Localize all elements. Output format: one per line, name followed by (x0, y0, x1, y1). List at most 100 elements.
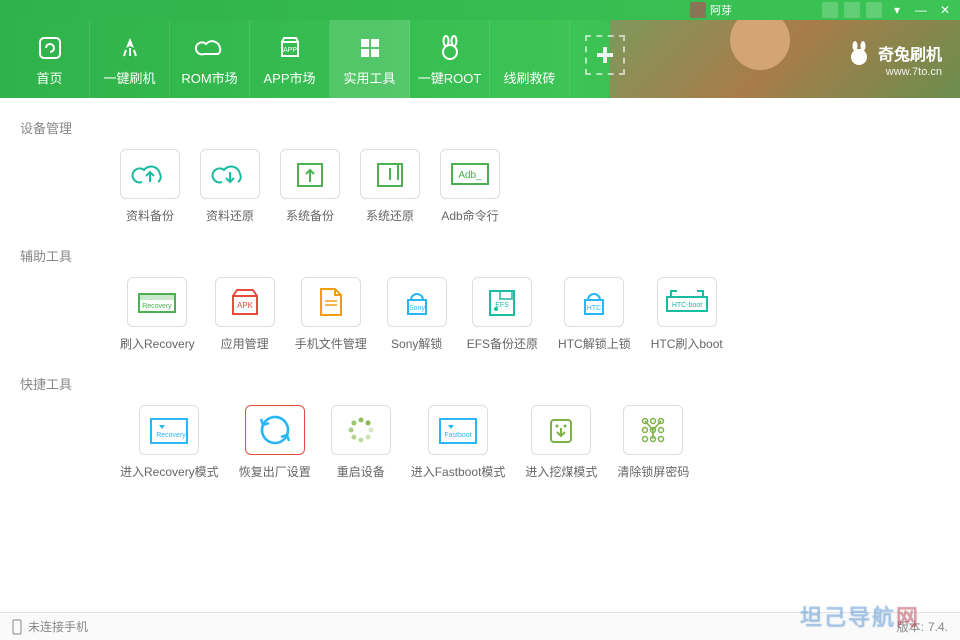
rocket-icon (114, 32, 146, 64)
tool-label: HTC解锁上锁 (558, 335, 631, 352)
tool-label: 进入Fastboot模式 (411, 463, 506, 480)
cloud-down-icon (200, 149, 260, 199)
nav-bunny-icon[interactable]: 一键ROOT (410, 20, 490, 98)
nav-cloud-icon[interactable]: ROM市场 (170, 20, 250, 98)
nav-refresh-icon[interactable]: 首页 (10, 20, 90, 98)
cloud-icon (194, 32, 226, 64)
minimize-button[interactable]: — (912, 1, 930, 19)
tool-row: Recovery 进入Recovery模式 恢复出厂设置重启设备 Fastboot 进入… (20, 405, 940, 480)
brand-name: 奇兔刷机 (878, 41, 942, 65)
nav-label: 一键ROOT (418, 68, 482, 87)
tool-label: 重启设备 (337, 463, 385, 480)
bunny-logo-icon (846, 40, 872, 66)
tool-fastboot[interactable]: Fastboot 进入Fastboot模式 (411, 405, 506, 480)
content-area: 设备管理资料备份 资料还原 系统备份系统还原 Adb_ Adb命令行辅助工具 Recove… (0, 98, 960, 612)
nav-label: 线刷救砖 (503, 68, 555, 87)
tool-label: 资料还原 (206, 207, 254, 224)
tool-file[interactable]: 手机文件管理 (295, 277, 367, 352)
tool-cloud-up[interactable]: 资料备份 (120, 149, 180, 224)
nav-rocket-icon[interactable]: 一键刷机 (90, 20, 170, 98)
apk-icon: APK (215, 277, 275, 327)
tool-recovery-flash[interactable]: Recovery刷入Recovery (120, 277, 195, 352)
section: 快捷工具 Recovery 进入Recovery模式 恢复出厂设置重启设备 Fastbo… (20, 374, 940, 480)
reboot-icon (331, 405, 391, 455)
section-title: 设备管理 (20, 118, 940, 137)
avatar (690, 2, 706, 18)
nav-label: 首页 (36, 68, 62, 87)
svg-text:APK: APK (237, 301, 254, 310)
tool-lock-htc[interactable]: HTC HTC解锁上锁 (558, 277, 631, 352)
tool-reboot[interactable]: 重启设备 (331, 405, 391, 480)
enter-recovery-icon: Recovery (139, 405, 199, 455)
close-button[interactable]: ✕ (936, 1, 954, 19)
factory-reset-icon (245, 405, 305, 455)
lock-htc-icon: HTC (564, 277, 624, 327)
nav-grid-icon[interactable]: 实用工具 (330, 20, 410, 98)
tool-label: HTC刷入boot (651, 335, 723, 352)
qr-icon (514, 32, 546, 64)
main-nav: 首页 一键刷机 ROM市场 APPAPP市场实用工具 一键ROOT 线刷救砖 (0, 20, 570, 98)
fastboot-icon: Fastboot (428, 405, 488, 455)
section: 辅助工具Recovery刷入RecoveryAPK应用管理手机文件管理SonyS… (20, 246, 940, 352)
version-value: 7.4. (928, 620, 948, 634)
tool-lock-sony[interactable]: Sony Sony解锁 (387, 277, 447, 352)
refresh-icon (34, 32, 66, 64)
version-label: 版本: (897, 618, 924, 635)
svg-text:Recovery: Recovery (157, 432, 187, 439)
shirt-icon[interactable] (866, 2, 882, 18)
statusbar: 未连接手机 版本: 7.4. (0, 612, 960, 640)
nav-label: ROM市场 (181, 68, 237, 87)
tool-label: 进入挖煤模式 (525, 463, 597, 480)
titlebar-icon-2[interactable] (844, 2, 860, 18)
tool-download-mode[interactable]: 进入挖煤模式 (525, 405, 597, 480)
tool-clear-lock[interactable]: 清除锁屏密码 (617, 405, 689, 480)
svg-text:HTC: HTC (587, 305, 601, 312)
titlebar-icon-1[interactable] (822, 2, 838, 18)
username-label: 阿芽 (710, 2, 732, 18)
svg-text:Fastboot: Fastboot (444, 432, 471, 439)
nav-qr-icon[interactable]: 线刷救砖 (490, 20, 570, 98)
tool-box-up[interactable]: 系统备份 (280, 149, 340, 224)
tool-label: 进入Recovery模式 (120, 463, 219, 480)
svg-text:Recovery: Recovery (143, 303, 173, 310)
cloud-up-icon (120, 149, 180, 199)
htc-boot-icon: HTC-boot (657, 277, 717, 327)
adb-icon: Adb_ (440, 149, 500, 199)
tool-label: EFS备份还原 (467, 335, 538, 352)
tool-label: 清除锁屏密码 (617, 463, 689, 480)
tool-label: Adb命令行 (441, 207, 498, 224)
tool-adb[interactable]: Adb_ Adb命令行 (440, 149, 500, 224)
qr-rescue-icon (585, 35, 625, 75)
nav-label: 实用工具 (343, 68, 395, 87)
tool-enter-recovery[interactable]: Recovery 进入Recovery模式 (120, 405, 219, 480)
menu-button[interactable]: ▾ (888, 1, 906, 19)
tool-label: 系统还原 (366, 207, 414, 224)
nav-app-icon[interactable]: APPAPP市场 (250, 20, 330, 98)
user-area[interactable]: 阿芽 (690, 2, 732, 18)
tool-label: 手机文件管理 (295, 335, 367, 352)
section-title: 辅助工具 (20, 246, 940, 265)
tool-box-down[interactable]: 系统还原 (360, 149, 420, 224)
download-mode-icon (531, 405, 591, 455)
tool-factory-reset[interactable]: 恢复出厂设置 (239, 405, 311, 480)
tool-cloud-down[interactable]: 资料还原 (200, 149, 260, 224)
section-title: 快捷工具 (20, 374, 940, 393)
tool-apk[interactable]: APK 应用管理 (215, 277, 275, 352)
tool-label: 资料备份 (126, 207, 174, 224)
box-down-icon (360, 149, 420, 199)
brand: 奇兔刷机 www.7to.cn (846, 20, 942, 98)
tool-htc-boot[interactable]: HTC-boot HTC刷入boot (651, 277, 723, 352)
tool-label: 应用管理 (221, 335, 269, 352)
tool-row: 资料备份 资料还原 系统备份系统还原 Adb_ Adb命令行 (20, 149, 940, 224)
lock-sony-icon: Sony (387, 277, 447, 327)
nav-label: 一键刷机 (103, 68, 155, 87)
brand-url: www.7to.cn (886, 66, 942, 78)
bunny-icon (434, 32, 466, 64)
tool-label: Sony解锁 (391, 335, 442, 352)
tool-row: Recovery刷入Recovery APK 应用管理 手机文件管理 Sony Sony解… (20, 277, 940, 352)
connection-status: 未连接手机 (28, 618, 88, 635)
svg-text:HTC-boot: HTC-boot (672, 302, 702, 309)
svg-text:Adb_: Adb_ (458, 170, 482, 181)
svg-text:EFS: EFS (496, 302, 510, 309)
tool-disk-efs[interactable]: EFS EFS备份还原 (467, 277, 538, 352)
